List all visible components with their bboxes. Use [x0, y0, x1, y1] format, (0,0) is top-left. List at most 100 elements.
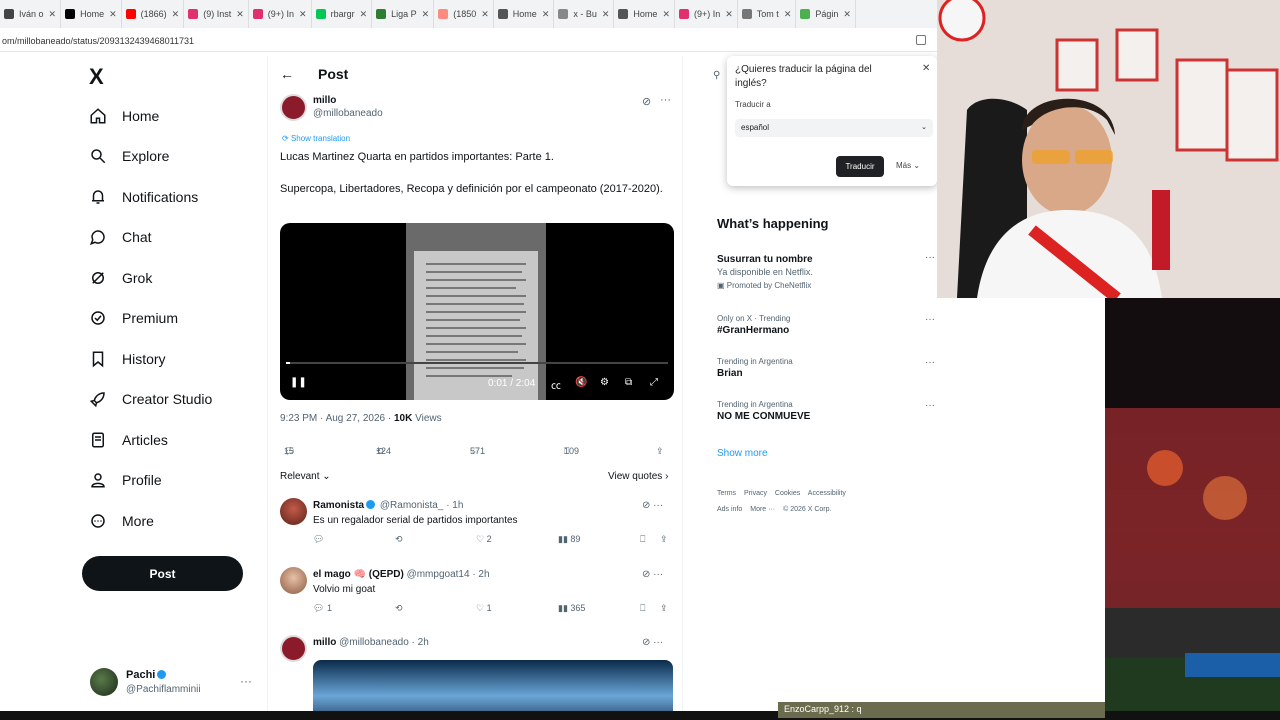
like-button[interactable]: ♡ 2	[476, 534, 492, 545]
browser-tab[interactable]: Home ✕	[61, 0, 122, 28]
reply-icon[interactable]: 💬︎	[313, 534, 324, 545]
avatar[interactable]	[280, 498, 307, 525]
close-tab-icon[interactable]: ✕	[843, 9, 851, 20]
reply-icon[interactable]: 💬︎ 1	[313, 603, 332, 614]
show-translation-link[interactable]: ⟳ Show translation	[282, 134, 350, 143]
close-tab-icon[interactable]: ✕	[725, 9, 733, 20]
sidebar-item-more[interactable]: More	[88, 507, 154, 535]
x-logo-icon[interactable]: X	[89, 64, 104, 90]
more-options-icon[interactable]: ···	[925, 252, 935, 263]
close-icon[interactable]: ✕	[922, 63, 930, 74]
show-more-link[interactable]: Show more	[717, 448, 768, 459]
sidebar-item-chat[interactable]: Chat	[88, 223, 152, 251]
browser-tab[interactable]: (9+) In ✕	[675, 0, 738, 28]
close-tab-icon[interactable]: ✕	[481, 9, 489, 20]
browser-tab[interactable]: Liga P ✕	[372, 0, 435, 28]
views-icon[interactable]: ▮▮ 365	[558, 603, 585, 614]
more-dropdown[interactable]: Más ⌄	[896, 161, 920, 170]
mute-icon[interactable]: 🔇	[575, 377, 587, 388]
account-switcher[interactable]: Pachi @Pachiflamminii ···	[90, 668, 260, 698]
share-icon[interactable]: ⇪	[656, 446, 664, 457]
browser-tab[interactable]: (9) Inst ✕	[184, 0, 249, 28]
close-tab-icon[interactable]: ✕	[662, 9, 670, 20]
settings-gear-icon[interactable]: ⚙	[600, 377, 609, 388]
back-arrow-icon[interactable]: ←	[280, 66, 294, 82]
reply-author[interactable]: Ramonista @Ramonista_ · 1h	[313, 500, 463, 511]
browser-tab[interactable]: (9+) In ✕	[249, 0, 312, 28]
more-options-icon[interactable]: ···	[240, 674, 252, 688]
close-tab-icon[interactable]: ✕	[784, 9, 792, 20]
footer-link[interactable]: Terms	[717, 490, 736, 497]
avatar[interactable]	[280, 94, 307, 121]
author-handle[interactable]: @millobaneado	[313, 108, 383, 119]
trend-item[interactable]: Trending in Argentina Brian ···	[717, 357, 937, 379]
more-options-icon[interactable]: ···	[925, 314, 935, 325]
video-player[interactable]: ❚❚ 0:01 / 2:04 ㏄ 🔇 ⚙ ⧉ ⤢	[280, 223, 674, 400]
close-tab-icon[interactable]: ✕	[422, 9, 430, 20]
sidebar-item-home[interactable]: Home	[88, 102, 159, 130]
share-icon[interactable]: ⇪	[660, 534, 668, 545]
sidebar-item-creator-studio[interactable]: Creator Studio	[88, 385, 212, 413]
pip-icon[interactable]: ⧉	[625, 377, 632, 388]
reply-item[interactable]: el mago 🧠 (QEPD) @mmpgoat14 · 2h Volvio …	[280, 567, 676, 629]
like-button[interactable]: ♡ 1	[476, 603, 492, 614]
more-options-icon[interactable]: ···	[925, 400, 935, 411]
views-icon[interactable]: ▮▮ 89	[558, 534, 580, 545]
sidebar-item-history[interactable]: History	[88, 345, 166, 373]
trend-item[interactable]: Susurran tu nombre Ya disponible en Netf…	[717, 252, 937, 290]
extension-icon[interactable]	[916, 35, 926, 45]
address-bar[interactable]: om/millobaneado/status/20931324394680117…	[0, 30, 940, 52]
sidebar-item-articles[interactable]: Articles	[88, 426, 168, 454]
trend-item[interactable]: Only on X · Trending #GranHermano ···	[717, 314, 937, 336]
translate-button[interactable]: Traducir	[836, 156, 884, 177]
reply-author[interactable]: millo @millobaneado · 2h	[313, 637, 429, 648]
search-icon[interactable]: ⚲	[713, 70, 720, 81]
grok-icon[interactable]: ⊘ ···	[642, 500, 663, 511]
footer-link[interactable]: Accessibility	[808, 490, 846, 497]
avatar[interactable]	[280, 567, 307, 594]
browser-tab[interactable]: Págin ✕	[796, 0, 856, 28]
browser-tab[interactable]: Home ✕	[494, 0, 555, 28]
repost-icon[interactable]: ⟲	[395, 534, 403, 545]
browser-tab[interactable]: Iván o ✕	[0, 0, 62, 28]
sidebar-item-profile[interactable]: Profile	[88, 466, 162, 494]
close-tab-icon[interactable]: ✕	[49, 9, 57, 20]
sidebar-item-explore[interactable]: Explore	[88, 142, 169, 170]
author-name[interactable]: millo	[313, 95, 336, 106]
captions-icon[interactable]: ㏄	[551, 377, 561, 392]
browser-tab[interactable]: x - Bu ✕	[554, 0, 615, 28]
grok-icon[interactable]: ⊘ ···	[642, 569, 663, 580]
footer-link[interactable]: Privacy	[744, 490, 767, 497]
close-tab-icon[interactable]: ✕	[109, 9, 117, 20]
post-button[interactable]: Post	[82, 556, 243, 591]
avatar[interactable]	[280, 635, 307, 662]
language-select[interactable]: español ⌄	[735, 119, 933, 137]
share-icon[interactable]: ⇪	[660, 603, 668, 614]
browser-tab[interactable]: rbargr ✕	[312, 0, 373, 28]
close-tab-icon[interactable]: ✕	[172, 9, 180, 20]
sidebar-item-notifications[interactable]: Notifications	[88, 183, 198, 211]
sidebar-item-premium[interactable]: Premium	[88, 304, 178, 332]
close-tab-icon[interactable]: ✕	[602, 9, 610, 20]
repost-icon[interactable]: ⟲	[395, 603, 403, 614]
view-quotes-link[interactable]: View quotes ›	[608, 471, 668, 482]
grok-icon[interactable]: ⊘ ···	[642, 637, 663, 648]
grok-icon[interactable]: ⊘	[642, 95, 651, 108]
close-tab-icon[interactable]: ✕	[299, 9, 307, 20]
pause-icon[interactable]: ❚❚	[290, 377, 307, 388]
fullscreen-icon[interactable]: ⤢	[650, 377, 658, 388]
bookmark-icon[interactable]: ⎕	[640, 603, 645, 614]
sidebar-item-grok[interactable]: Grok	[88, 264, 152, 292]
close-tab-icon[interactable]: ✕	[542, 9, 550, 20]
reply-item[interactable]: Ramonista @Ramonista_ · 1h Es un regalad…	[280, 498, 676, 560]
reply-author[interactable]: el mago 🧠 (QEPD) @mmpgoat14 · 2h	[313, 569, 490, 580]
footer-link[interactable]: More ···	[750, 506, 775, 513]
more-options-icon[interactable]: ···	[925, 357, 935, 368]
browser-tab[interactable]: (1850 ✕	[434, 0, 494, 28]
trend-item[interactable]: Trending in Argentina NO ME CONMUEVE ···	[717, 400, 937, 422]
url-text[interactable]: om/millobaneado/status/20931324394680117…	[2, 36, 194, 46]
footer-link[interactable]: Cookies	[775, 490, 800, 497]
browser-tab[interactable]: Home ✕	[614, 0, 675, 28]
more-options-icon[interactable]: ···	[660, 94, 671, 106]
close-tab-icon[interactable]: ✕	[360, 9, 368, 20]
